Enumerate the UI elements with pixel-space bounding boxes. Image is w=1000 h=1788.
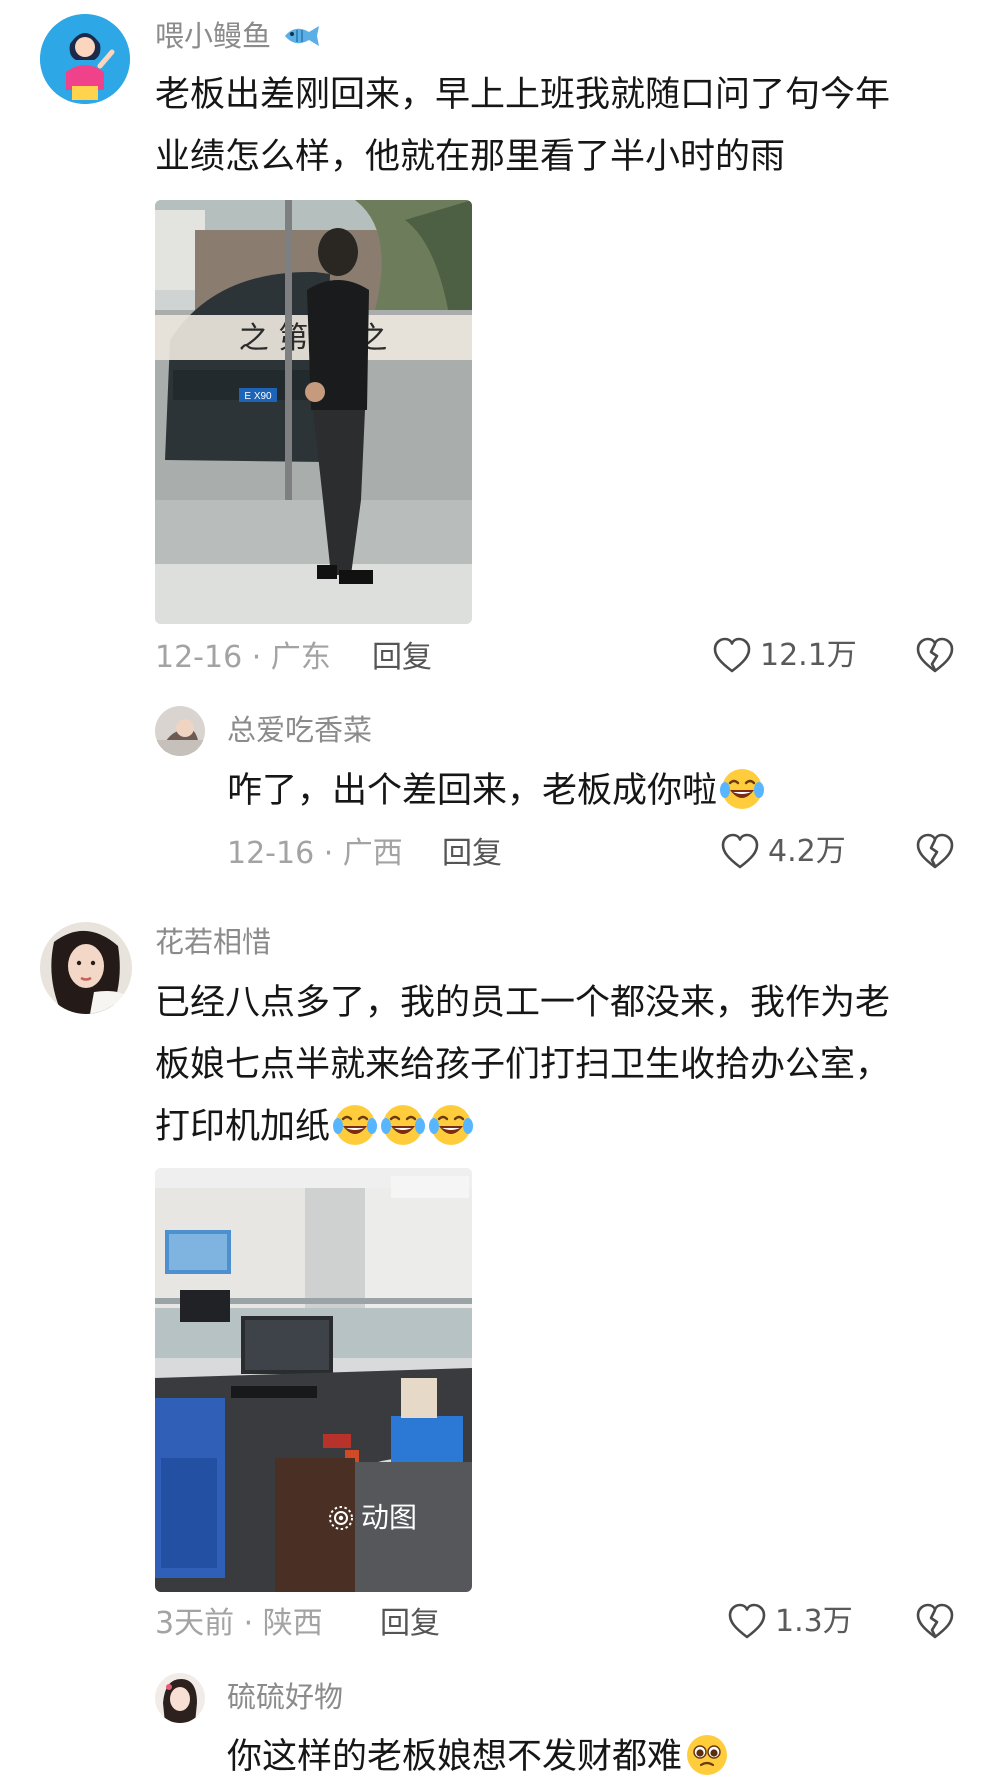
reply-button[interactable]: 回复 — [380, 1604, 440, 1644]
reply-text: 咋了，出个差回来，老板成你啦 — [227, 771, 718, 811]
comment-text-line: 老板出差刚回来，早上上班我就随口问了句今年 — [155, 75, 891, 115]
dislike-button[interactable] — [915, 636, 955, 680]
dislike-button[interactable] — [915, 832, 955, 876]
like-count: 1.3万 — [775, 1604, 853, 1639]
avatar[interactable] — [155, 1673, 205, 1723]
like-button[interactable]: 1.3万 — [727, 1602, 853, 1642]
crying-laughing-emoji — [719, 766, 765, 812]
heart-icon — [727, 1602, 767, 1642]
live-photo-label: 动图 — [361, 1501, 418, 1534]
like-count: 4.2万 — [768, 834, 846, 869]
avatar[interactable] — [40, 922, 132, 1014]
avatar[interactable] — [40, 14, 130, 104]
live-photo-badge: 动图 — [327, 1498, 417, 1538]
comment-text-line: 板娘七点半就来给孩子们打扫卫生收拾办公室， — [155, 1045, 891, 1085]
live-photo-icon — [329, 1506, 353, 1530]
reply-username[interactable]: 硫硫好物 — [227, 1679, 343, 1715]
comment-text-line: 打印机加纸 — [155, 1107, 331, 1147]
dislike-button[interactable] — [915, 1602, 955, 1646]
comment-text-line: 业绩怎么样，他就在那里看了半小时的雨 — [155, 137, 786, 177]
crying-laughing-emoji — [332, 1102, 378, 1148]
comment-meta: 3天前 · 陕西 — [155, 1606, 323, 1641]
crying-laughing-emoji — [380, 1102, 426, 1148]
crying-laughing-emoji — [428, 1102, 474, 1148]
broken-heart-icon — [915, 832, 955, 872]
avatar[interactable] — [155, 706, 205, 756]
heart-icon — [720, 832, 760, 872]
reply-meta: 12-16 · 广西 — [227, 836, 403, 871]
comment-image[interactable]: E X90 之 第 的 之 — [155, 200, 472, 624]
comment-username[interactable]: 花若相惜 — [155, 924, 271, 960]
broken-heart-icon — [915, 636, 955, 676]
license-plate-text: E X90 — [244, 391, 272, 402]
reply-username[interactable]: 总爱吃香菜 — [227, 712, 372, 748]
fish-icon — [285, 26, 320, 46]
comment-text-line: 已经八点多了，我的员工一个都没来，我作为老 — [155, 983, 891, 1023]
avatar-illustration — [40, 14, 130, 104]
like-button[interactable]: 12.1万 — [712, 636, 857, 676]
heart-icon — [712, 636, 752, 676]
pleading-emoji — [684, 1732, 730, 1778]
like-count: 12.1万 — [760, 638, 857, 673]
comment-image[interactable]: 动图 — [155, 1168, 472, 1592]
reply-button[interactable]: 回复 — [442, 834, 502, 874]
comment-username[interactable]: 喂小鳗鱼 — [155, 18, 271, 54]
reply-text: 你这样的老板娘想不发财都难 — [227, 1737, 683, 1777]
like-button[interactable]: 4.2万 — [720, 832, 846, 872]
comment-meta: 12-16 · 广东 — [155, 640, 331, 675]
reply-button[interactable]: 回复 — [372, 638, 432, 678]
broken-heart-icon — [915, 1602, 955, 1642]
